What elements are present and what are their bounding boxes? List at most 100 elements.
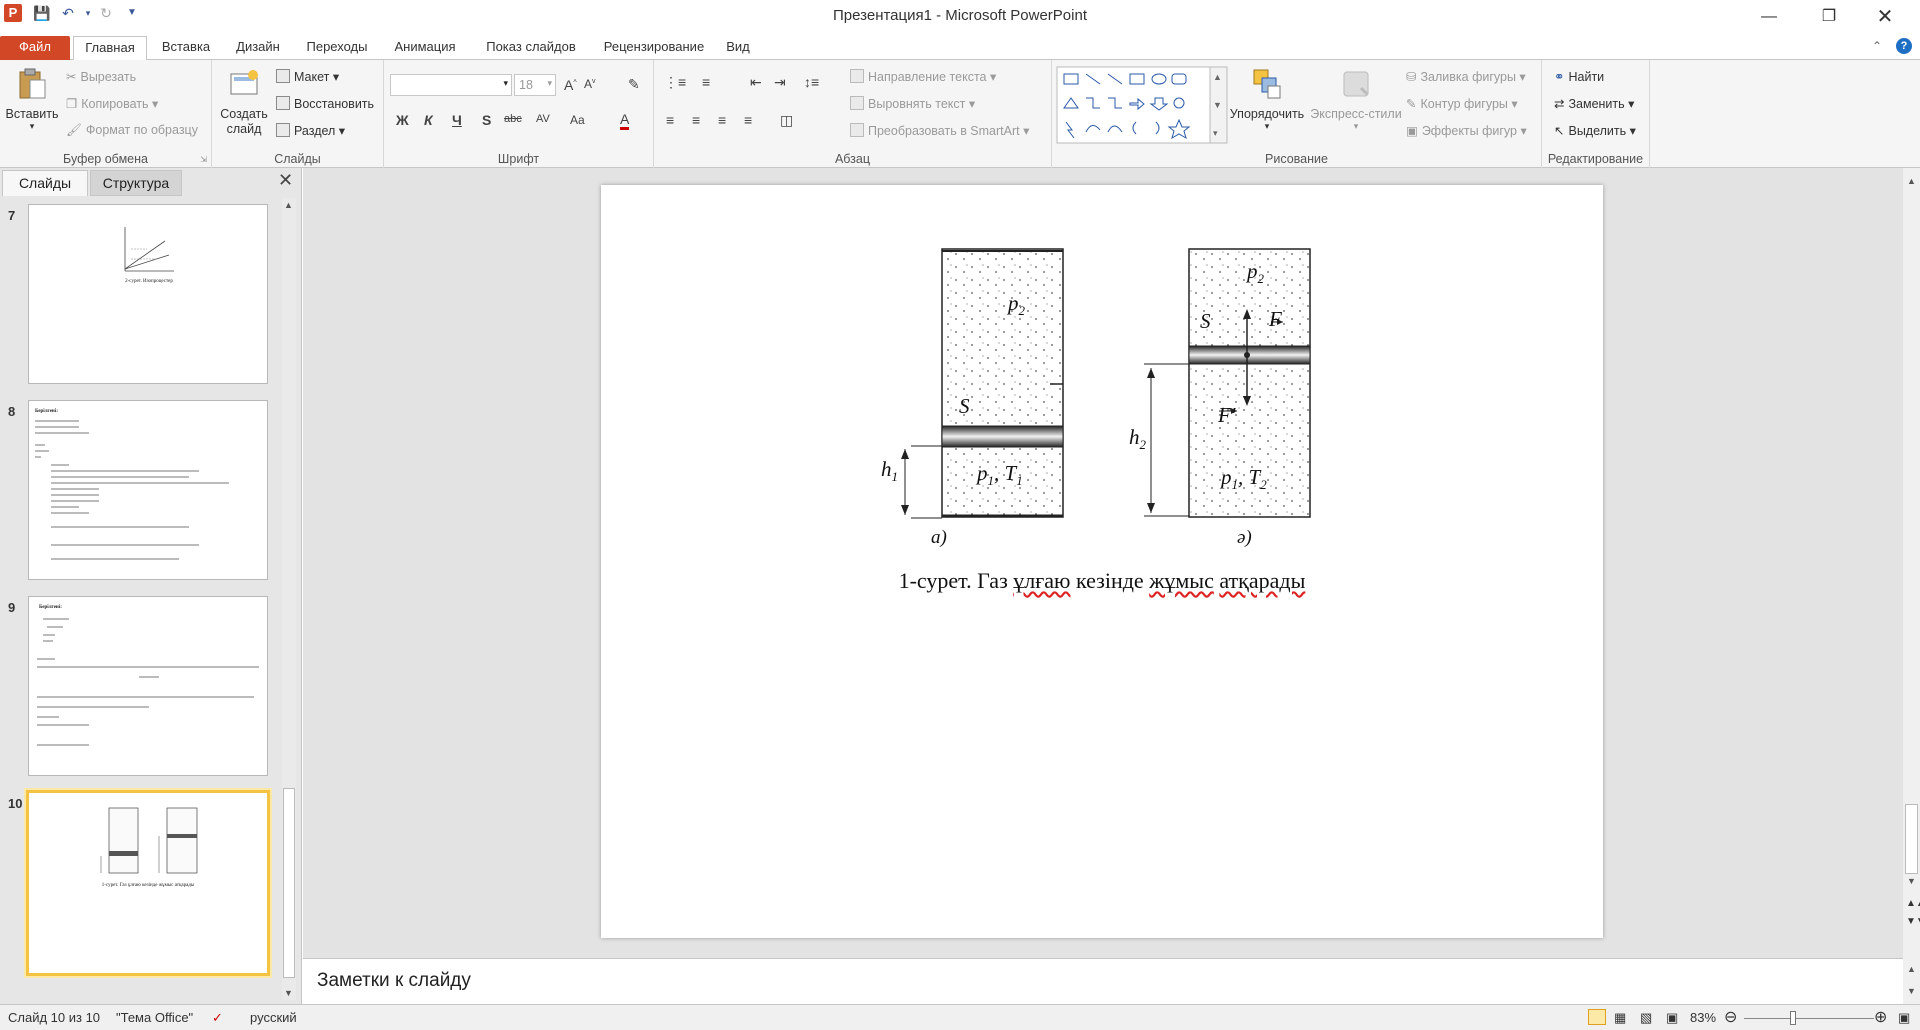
bullets-icon[interactable]: ⋮≡ — [664, 74, 686, 91]
align-left-icon[interactable]: ≡ — [666, 112, 674, 128]
tab-insert[interactable]: Вставка — [155, 36, 217, 60]
decrease-indent-icon[interactable]: ⇤ — [750, 74, 762, 91]
language-indicator[interactable]: русский — [250, 1010, 297, 1025]
shape-outline-button[interactable]: ✎ Контур фигуры ▾ — [1406, 96, 1518, 111]
layout-button[interactable]: Макет ▾ — [276, 69, 339, 84]
thumbnail-slide-10[interactable]: 1-сурет. Газ ұлғаю кезінде жұмыс атқарад… — [26, 790, 270, 976]
scroll-down-icon[interactable]: ▼ — [1907, 876, 1916, 886]
spellcheck-icon[interactable]: ✓ — [212, 1010, 223, 1026]
restore-icon[interactable]: ❐ — [1806, 4, 1852, 30]
main-scrollbar[interactable]: ▲ ▼ ▲▲ ▼▼ ▲ ▼ — [1903, 168, 1920, 1004]
replace-button[interactable]: ⇄ Заменить ▾ — [1554, 96, 1634, 111]
select-button[interactable]: ↖ Выделить ▾ — [1554, 123, 1636, 138]
grow-font-icon[interactable]: A^ — [564, 77, 577, 93]
minimize-ribbon-icon[interactable]: ⌃ — [1872, 39, 1882, 53]
new-slide-button[interactable]: Создать слайд — [216, 68, 272, 137]
panel-scroll-thumb[interactable] — [283, 788, 295, 978]
dialog-launcher-icon[interactable]: ⇲ — [200, 155, 207, 164]
numbering-icon[interactable]: ≡ — [702, 74, 710, 90]
slideshow-icon[interactable]: ▣ — [1666, 1010, 1678, 1026]
text-direction-button[interactable]: Направление текста ▾ — [850, 69, 996, 84]
shape-effects-button[interactable]: ▣ Эффекты фигур ▾ — [1406, 123, 1527, 138]
font-name-combobox[interactable]: ▾ — [390, 74, 512, 96]
cut-button[interactable]: ✂ Вырезать — [66, 69, 136, 84]
quick-styles-dropdown-icon[interactable]: ▾ — [1310, 121, 1402, 132]
tab-view[interactable]: Вид — [720, 36, 756, 60]
section-button[interactable]: Раздел ▾ — [276, 123, 345, 138]
reset-button[interactable]: Восстановить — [276, 96, 374, 111]
find-button[interactable]: ⚭ Найти — [1554, 69, 1604, 84]
size-dropdown-icon[interactable]: ▾ — [547, 78, 552, 89]
font-dropdown-icon[interactable]: ▾ — [503, 78, 508, 89]
scroll-up-icon[interactable]: ▲ — [284, 200, 293, 210]
panel-scrollbar[interactable]: ▲ ▼ — [282, 198, 296, 1000]
tab-transitions[interactable]: Переходы — [300, 36, 374, 60]
tab-file[interactable]: Файл — [0, 36, 70, 60]
justify-icon[interactable]: ≡ — [744, 112, 752, 128]
zoom-slider-thumb[interactable] — [1790, 1011, 1796, 1025]
line-spacing-icon[interactable]: ↕≡ — [804, 74, 819, 90]
columns-icon[interactable]: ◫ — [780, 112, 793, 129]
clear-format-icon[interactable]: ✎ — [628, 76, 640, 93]
tab-home[interactable]: Главная — [73, 36, 147, 61]
arrange-button[interactable]: Упорядочить ▾ — [1224, 68, 1310, 132]
minimize-icon[interactable]: — — [1746, 4, 1792, 30]
arrange-dropdown-icon[interactable]: ▾ — [1224, 121, 1310, 132]
paste-dropdown-icon[interactable]: ▾ — [4, 121, 60, 132]
arrange-label: Упорядочить — [1229, 107, 1305, 121]
scroll-up-icon[interactable]: ▲ — [1907, 176, 1916, 186]
normal-view-icon[interactable] — [1588, 1009, 1606, 1025]
theme-name[interactable]: "Тема Office" — [116, 1010, 193, 1025]
notes-scroll-down-icon[interactable]: ▼ — [1907, 986, 1916, 996]
notes-pane[interactable]: Заметки к слайду — [303, 958, 1903, 1004]
thumbnail-slide-8[interactable]: Берілгені: — [28, 400, 268, 580]
fit-to-window-icon[interactable]: ▣ — [1898, 1010, 1910, 1026]
zoom-in-icon[interactable]: ⊕ — [1874, 1007, 1887, 1027]
tab-review[interactable]: Рецензирование — [596, 36, 712, 60]
reading-view-icon[interactable]: ▧ — [1640, 1010, 1652, 1026]
next-slide-icon[interactable]: ▼▼ — [1906, 916, 1920, 927]
increase-indent-icon[interactable]: ⇥ — [774, 74, 786, 91]
align-text-button[interactable]: Выровнять текст ▾ — [850, 96, 975, 111]
italic-button[interactable]: К — [424, 112, 433, 128]
align-center-icon[interactable]: ≡ — [692, 112, 700, 128]
spacing-button[interactable]: AV — [536, 113, 550, 125]
copy-button[interactable]: ❐ Копировать ▾ — [66, 96, 158, 111]
quick-styles-button[interactable]: Экспресс-стили ▾ — [1310, 68, 1402, 132]
format-painter-button[interactable]: 🖌 Формат по образцу — [66, 123, 198, 138]
scroll-down-icon[interactable]: ▼ — [284, 988, 293, 998]
tab-slides-panel[interactable]: Слайды — [2, 170, 88, 196]
font-size-combobox[interactable]: 18 ▾ — [514, 74, 556, 96]
shapes-gallery[interactable]: ▲ ▼ ▾ — [1056, 66, 1228, 144]
shrink-font-icon[interactable]: Av — [584, 77, 596, 91]
tab-slideshow[interactable]: Показ слайдов — [476, 36, 586, 60]
thumbnail-slide-9[interactable]: Берілгені: — [28, 596, 268, 776]
strikethrough-button[interactable]: abc — [504, 113, 522, 125]
current-slide[interactable]: p2 S p1, T1 h1 а) p2 S F F' h2 p1, T2 ә)… — [601, 185, 1603, 938]
tab-outline-panel[interactable]: Структура — [90, 170, 182, 196]
close-icon[interactable]: ✕ — [1862, 4, 1908, 30]
change-case-button[interactable]: Aa — [570, 113, 585, 127]
slide-sorter-icon[interactable]: ▦ — [1614, 1010, 1626, 1026]
align-right-icon[interactable]: ≡ — [718, 112, 726, 128]
main-scroll-thumb[interactable] — [1905, 804, 1918, 874]
shape-fill-button[interactable]: ⛁ Заливка фигуры ▾ — [1406, 69, 1526, 84]
close-panel-icon[interactable]: ✕ — [278, 170, 293, 191]
thumbnail-slide-7[interactable]: 2-сурет. Изопроцестер — [28, 204, 268, 384]
smartart-button[interactable]: Преобразовать в SmartArt ▾ — [850, 123, 1029, 138]
slide-caption[interactable]: 1-сурет. Газ ұлғаю кезінде жұмыс атқарад… — [601, 568, 1603, 594]
paste-button[interactable]: Вставить ▾ — [4, 68, 60, 132]
caption-word-3: жұмыс — [1149, 568, 1214, 593]
tab-animation[interactable]: Анимация — [388, 36, 462, 60]
tab-design[interactable]: Дизайн — [228, 36, 288, 60]
previous-slide-icon[interactable]: ▲▲ — [1906, 898, 1920, 909]
bold-button[interactable]: Ж — [396, 112, 409, 128]
zoom-level[interactable]: 83% — [1690, 1010, 1716, 1025]
font-color-button[interactable]: A — [620, 111, 630, 130]
zoom-slider[interactable] — [1744, 1018, 1874, 1019]
zoom-out-icon[interactable]: ⊖ — [1724, 1007, 1737, 1027]
shadow-button[interactable]: S — [482, 112, 491, 128]
notes-scroll-up-icon[interactable]: ▲ — [1907, 964, 1916, 974]
help-icon[interactable]: ? — [1896, 38, 1912, 54]
underline-button[interactable]: Ч — [452, 112, 462, 128]
